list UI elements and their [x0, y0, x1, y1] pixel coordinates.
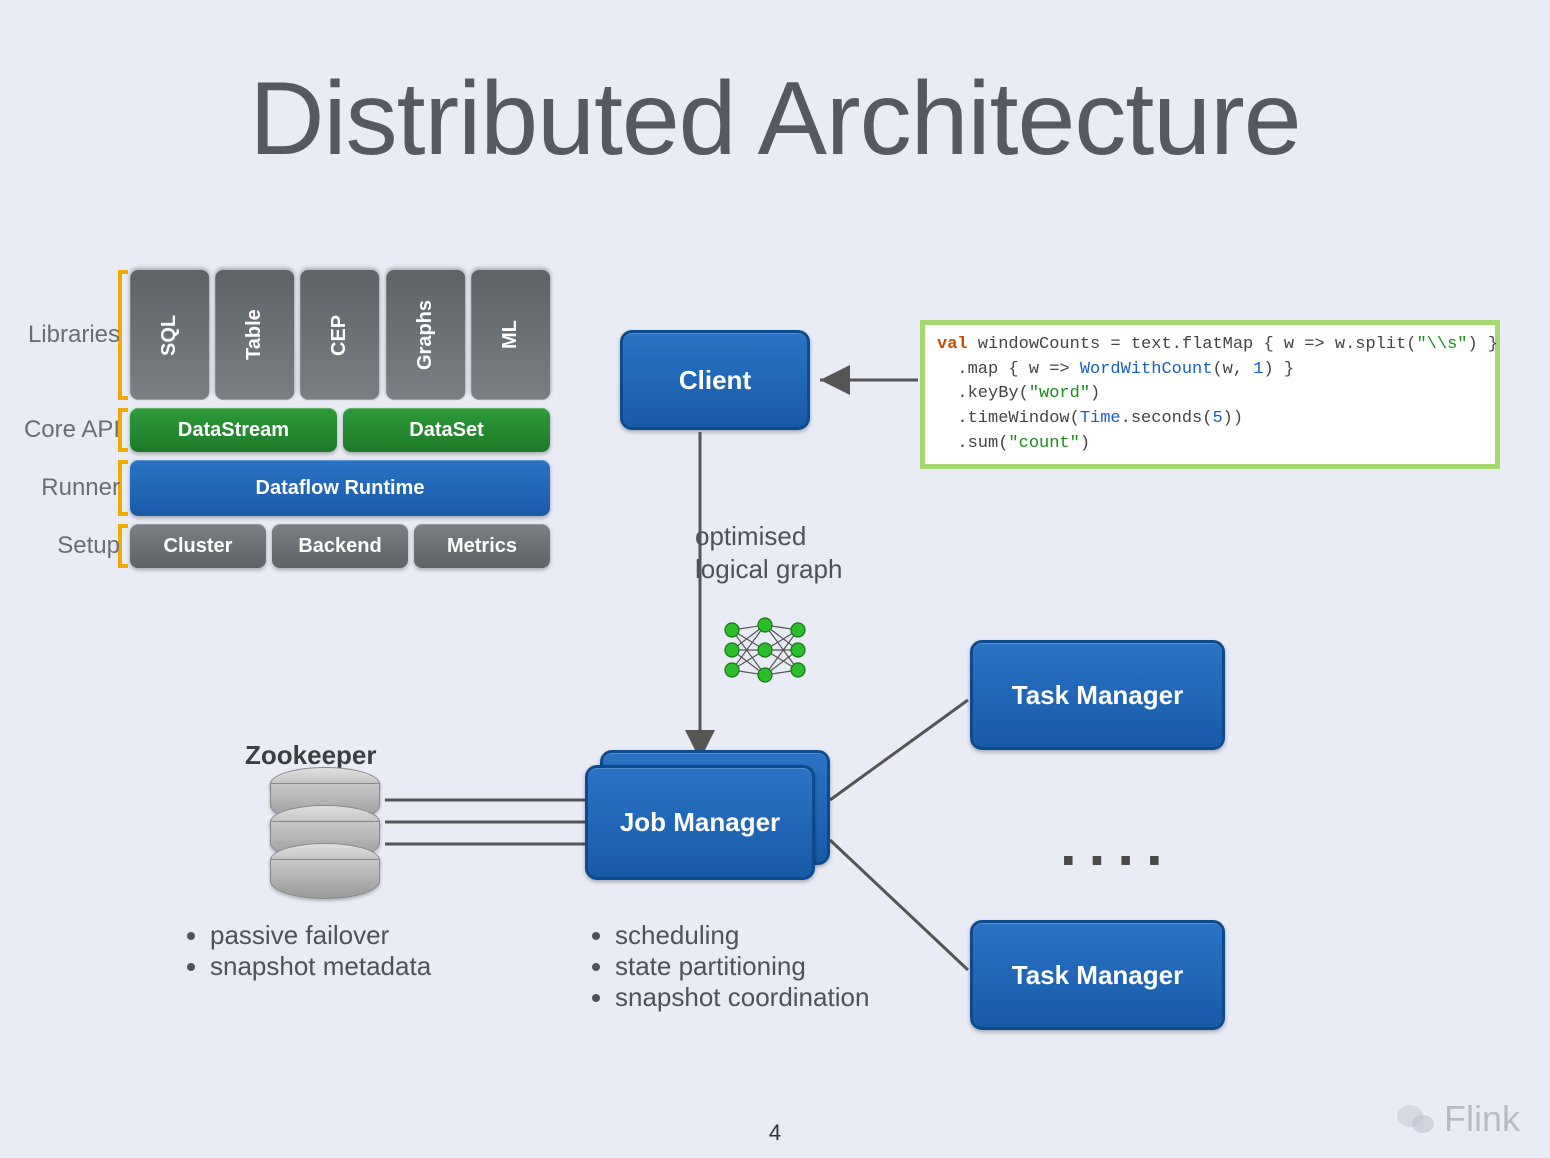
stack-row-runner: Runner Dataflow Runtime: [130, 460, 550, 516]
node-task-manager-2: Task Manager: [970, 920, 1225, 1030]
page-number: 4: [0, 1120, 1550, 1146]
bullet-item: passive failover: [210, 920, 431, 951]
tile-cluster: Cluster: [130, 524, 266, 568]
architecture-stack: Libraries SQL Table CEP Graphs ML Core A…: [130, 270, 550, 576]
tile-dataflow-runtime: Dataflow Runtime: [130, 460, 550, 516]
slide-title: Distributed Architecture: [0, 60, 1550, 179]
node-client: Client: [620, 330, 810, 430]
tile-table: Table: [215, 270, 294, 400]
watermark-text: Flink: [1444, 1098, 1520, 1140]
code-text: windowCounts = text.flatMap { w => w.spl…: [968, 335, 1417, 354]
code-text: ): [1080, 434, 1090, 453]
tile-sql: SQL: [130, 270, 209, 400]
tile-cep: CEP: [300, 270, 379, 400]
stack-label-core-api: Core API: [0, 416, 120, 444]
code-type: Time: [1080, 409, 1121, 428]
stack-row-libraries: Libraries SQL Table CEP Graphs ML: [130, 270, 550, 400]
zookeeper-title: Zookeeper: [245, 740, 377, 771]
code-text: .timeWindow(: [937, 409, 1080, 428]
bullet-item: snapshot metadata: [210, 951, 431, 982]
stack-row-setup: Setup Cluster Backend Metrics: [130, 524, 550, 568]
note-line: logical graph: [695, 554, 842, 584]
watermark: Flink: [1396, 1098, 1520, 1140]
note-line: optimised: [695, 521, 806, 551]
code-string: "count": [1008, 434, 1079, 453]
stack-row-core-api: Core API DataStream DataSet: [130, 408, 550, 452]
code-number: 1: [1253, 360, 1263, 379]
code-text: .sum(: [937, 434, 1008, 453]
wechat-icon: [1396, 1102, 1436, 1136]
zookeeper-bullets: passive failover snapshot metadata: [180, 920, 431, 982]
code-text: .keyBy(: [937, 384, 1029, 403]
tile-ml: ML: [471, 270, 550, 400]
bullet-item: snapshot coordination: [615, 982, 869, 1013]
code-text: (w,: [1212, 360, 1253, 379]
code-text: .seconds(: [1121, 409, 1213, 428]
bullet-item: scheduling: [615, 920, 869, 951]
ellipsis-icon: ....: [1060, 810, 1175, 879]
zookeeper-db-icon: [270, 785, 380, 899]
tile-backend: Backend: [272, 524, 408, 568]
network-graph-icon: [720, 610, 820, 690]
node-task-manager-1: Task Manager: [970, 640, 1225, 750]
stack-label-libraries: Libraries: [0, 321, 120, 349]
jobmanager-bullets: scheduling state partitioning snapshot c…: [585, 920, 869, 1013]
code-string: "\\s": [1416, 335, 1467, 354]
tile-graphs: Graphs: [386, 270, 465, 400]
code-text: )): [1223, 409, 1243, 428]
code-text: ): [1090, 384, 1100, 403]
code-snippet-box: val windowCounts = text.flatMap { w => w…: [920, 320, 1500, 469]
tile-datastream: DataStream: [130, 408, 337, 452]
note-optimised-graph: optimised logical graph: [695, 520, 842, 585]
code-keyword: val: [937, 335, 968, 354]
code-text: ) }: [1263, 360, 1294, 379]
code-string: "word": [1029, 384, 1090, 403]
node-job-manager: Job Manager: [585, 765, 815, 880]
code-text: .map { w =>: [937, 360, 1080, 379]
bullet-item: state partitioning: [615, 951, 869, 982]
code-number: 5: [1212, 409, 1222, 428]
tile-metrics: Metrics: [414, 524, 550, 568]
tile-dataset: DataSet: [343, 408, 550, 452]
stack-label-runner: Runner: [0, 474, 120, 502]
stack-label-setup: Setup: [0, 532, 120, 560]
code-type: WordWithCount: [1080, 360, 1213, 379]
code-text: ) }: [1468, 335, 1499, 354]
